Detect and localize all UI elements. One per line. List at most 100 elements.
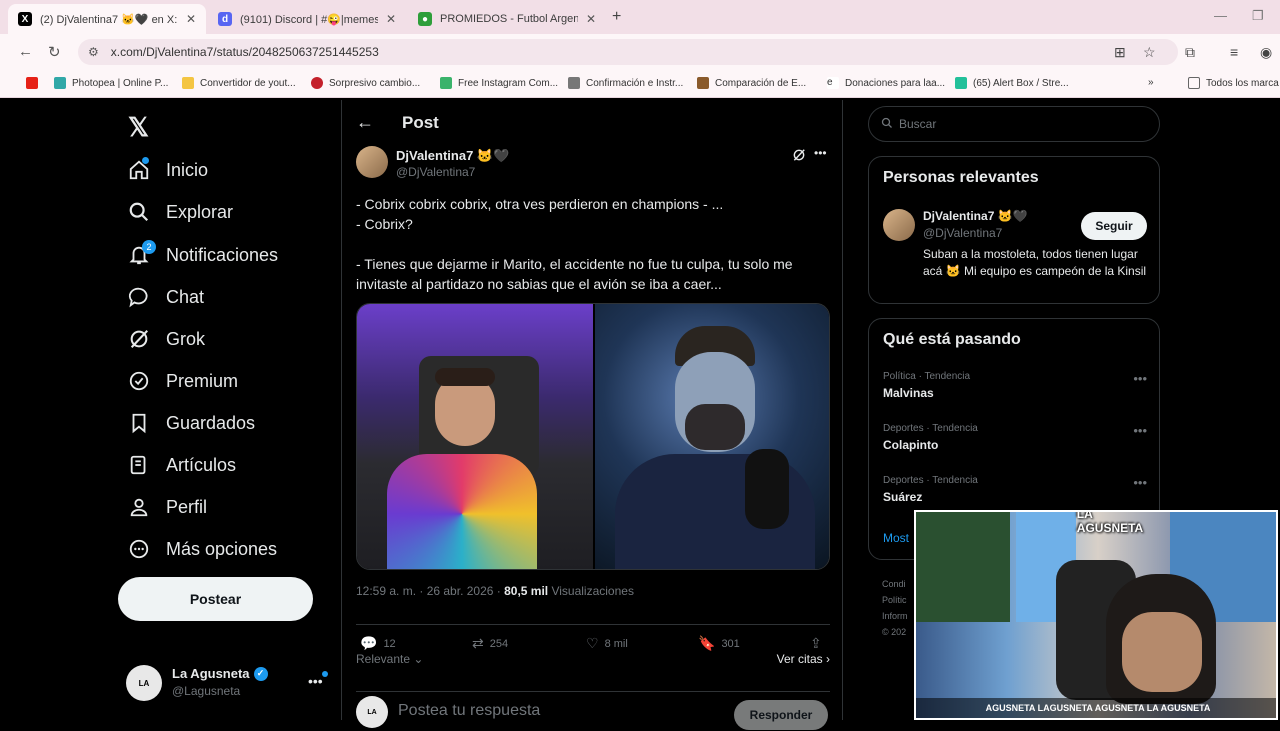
url-input[interactable]: ⚙ x.com/DjValentina7/status/204825063725… [78, 39, 1178, 65]
bookmark-item[interactable]: Convertidor de yout... [182, 77, 296, 89]
chevron-right-icon[interactable]: » [1148, 77, 1154, 88]
person-bio: Suban a la mostoleta, todos tienen lugar… [923, 247, 1147, 278]
tweet-text: - Cobrix cobrix cobrix, otra ves perdier… [356, 196, 793, 292]
youtube-bookmark-icon[interactable] [26, 77, 44, 89]
bookmark-item[interactable]: Sorpresivo cambio... [311, 77, 420, 89]
bookmark-icon: 🔖 [698, 635, 716, 651]
footer-links: Condi Polític Inform © 202 [882, 579, 908, 637]
profile-icon[interactable]: ◉ [1260, 44, 1272, 61]
install-icon[interactable]: ⊞ [1114, 44, 1126, 61]
trend-more-icon[interactable]: ••• [1133, 475, 1147, 490]
share-icon: ⇪ [810, 635, 822, 651]
x-favicon-icon: X [18, 12, 32, 26]
stream-socials: AGUSNETA LAGUSNETA AGUSNETA LA AGUSNETA [916, 698, 1276, 718]
sidebar-item-mas-opciones[interactable]: Más opciones [128, 534, 277, 564]
page-title: Post [402, 112, 439, 132]
ver-citas-link[interactable]: Ver citas › [777, 652, 830, 666]
sidebar-item-premium[interactable]: Premium [128, 366, 238, 396]
chevron-down-icon: ⌄ [413, 652, 424, 666]
trend-more-icon[interactable]: ••• [1133, 423, 1147, 438]
trend-item[interactable]: Deportes · Tendencia Colapinto ••• [883, 423, 1147, 452]
reply-button[interactable]: 💬 12 [360, 635, 396, 652]
grok-icon [128, 328, 150, 350]
share-button[interactable]: ⇪ [810, 635, 828, 652]
close-tab-icon[interactable]: ✕ [586, 12, 596, 26]
minimize-icon[interactable]: — [1214, 8, 1227, 23]
author-name[interactable]: DjValentina7 🐱🖤 [396, 148, 509, 164]
sidebar-item-explorar[interactable]: Explorar [128, 197, 233, 227]
close-tab-icon[interactable]: ✕ [386, 12, 396, 26]
relevante-dropdown[interactable]: Relevante ⌄ [356, 652, 423, 666]
browser-tab-bar: X (2) DjValentina7 🐱🖤 en X: "- ✕ d (9101… [0, 0, 1280, 34]
site-info-icon[interactable]: ⚙ [88, 45, 99, 59]
back-icon[interactable]: ← [18, 43, 33, 60]
follow-button[interactable]: Seguir [1081, 212, 1147, 240]
restore-icon[interactable]: ❐ [1252, 8, 1264, 24]
trend-item[interactable]: Deportes · Tendencia Suárez ••• [883, 475, 1147, 504]
tweet-media-image[interactable] [356, 303, 830, 570]
bookmark-button[interactable]: 🔖 301 [698, 635, 740, 652]
repost-icon: ⇄ [472, 635, 484, 651]
like-button[interactable]: ♡ 8 mil [586, 635, 628, 652]
sidebar-item-inicio[interactable]: Inicio [128, 155, 208, 185]
extensions-icon[interactable]: ⧉ [1185, 44, 1195, 61]
account-more-icon[interactable]: ••• [308, 673, 323, 689]
responder-button[interactable]: Responder [734, 700, 828, 730]
verified-badge-icon: ✓ [253, 666, 268, 681]
sidebar-item-articulos[interactable]: Artículos [128, 450, 236, 480]
search-input[interactable]: Buscar [868, 106, 1160, 142]
reply-composer: LA Postea tu respuesta Responder [356, 691, 830, 731]
new-tab-icon[interactable]: + [612, 8, 621, 26]
back-arrow-icon[interactable]: ← [356, 112, 374, 133]
sidebar-item-notificaciones[interactable]: 2 Notificaciones [128, 240, 278, 270]
trend-item[interactable]: Política · Tendencia Malvinas ••• [883, 371, 1147, 400]
address-bar-row: ← ↻ ⚙ x.com/DjValentina7/status/20482506… [0, 34, 1280, 70]
person-avatar[interactable] [883, 209, 915, 241]
bookmark-item[interactable]: Comparación de E... [697, 77, 806, 89]
bookmark-item[interactable]: Free Instagram Com... [440, 77, 558, 89]
author-avatar[interactable] [356, 146, 388, 178]
reply-icon: 💬 [360, 635, 378, 651]
bookmark-item[interactable]: Photopea | Online P... [54, 77, 168, 89]
x-page: 𝕏 Inicio Explorar 2 Notificaciones Chat … [0, 100, 1280, 730]
tab-promiedos[interactable]: ● PROMIEDOS - Futbol Argentino ✕ [408, 4, 606, 34]
trend-more-icon[interactable]: ••• [1133, 371, 1147, 386]
repost-button[interactable]: ⇄ 254 [472, 635, 508, 652]
star-icon[interactable]: ☆ [1143, 44, 1156, 61]
close-tab-icon[interactable]: ✕ [186, 12, 196, 26]
more-circle-icon [128, 538, 150, 560]
sidebar-item-perfil[interactable]: Perfil [128, 492, 207, 522]
post-header: ← Post [356, 112, 439, 133]
main-column: ← Post DjValentina7 🐱🖤 @DjValentina7 •••… [341, 100, 843, 730]
x-logo-icon[interactable]: 𝕏 [128, 112, 149, 143]
bookmark-item[interactable]: (65) Alert Box / Stre... [955, 77, 1069, 89]
author-handle[interactable]: @DjValentina7 [396, 165, 475, 179]
reply-input[interactable]: Postea tu respuesta [398, 702, 540, 720]
bookmark-item[interactable]: e Donaciones para laa... [827, 77, 945, 89]
media-icon[interactable]: ≡ [1230, 44, 1238, 60]
chat-icon [128, 286, 150, 308]
bookmark-folder[interactable]: Todos los marca [1188, 77, 1279, 89]
heart-icon: ♡ [586, 635, 599, 651]
right-image-panel [595, 304, 829, 569]
account-switcher[interactable]: LA La Agusneta ✓ @Lagusneta ••• [126, 663, 336, 703]
reload-icon[interactable]: ↻ [48, 43, 61, 61]
grok-icon[interactable] [792, 148, 806, 167]
tweet-actions: 💬 12 ⇄ 254 ♡ 8 mil 🔖 301 ⇪ [356, 624, 830, 651]
show-more-link[interactable]: Most [883, 531, 909, 545]
sidebar-item-guardados[interactable]: Guardados [128, 408, 255, 438]
bookmark-item[interactable]: Confirmación e Instr... [568, 77, 683, 89]
post-button[interactable]: Postear [118, 577, 313, 621]
tab-discord[interactable]: d (9101) Discord | #😜|memes | ✕ [208, 4, 406, 34]
avatar: LA [126, 665, 162, 701]
bookmarks-bar: Photopea | Online P... Convertidor de yo… [0, 70, 1280, 98]
promiedos-favicon-icon: ● [418, 12, 432, 26]
sidebar-item-chat[interactable]: Chat [128, 282, 204, 312]
tweet-meta: 12:59 a. m. · 26 abr. 2026 · 80,5 mil Vi… [356, 584, 634, 598]
articles-icon [128, 454, 150, 476]
sidebar-item-grok[interactable]: Grok [128, 324, 205, 354]
tweet-more-icon[interactable]: ••• [814, 146, 827, 160]
tab-x-post[interactable]: X (2) DjValentina7 🐱🖤 en X: "- ✕ [8, 4, 206, 34]
avatar: LA [356, 696, 388, 728]
person-icon [128, 496, 150, 518]
